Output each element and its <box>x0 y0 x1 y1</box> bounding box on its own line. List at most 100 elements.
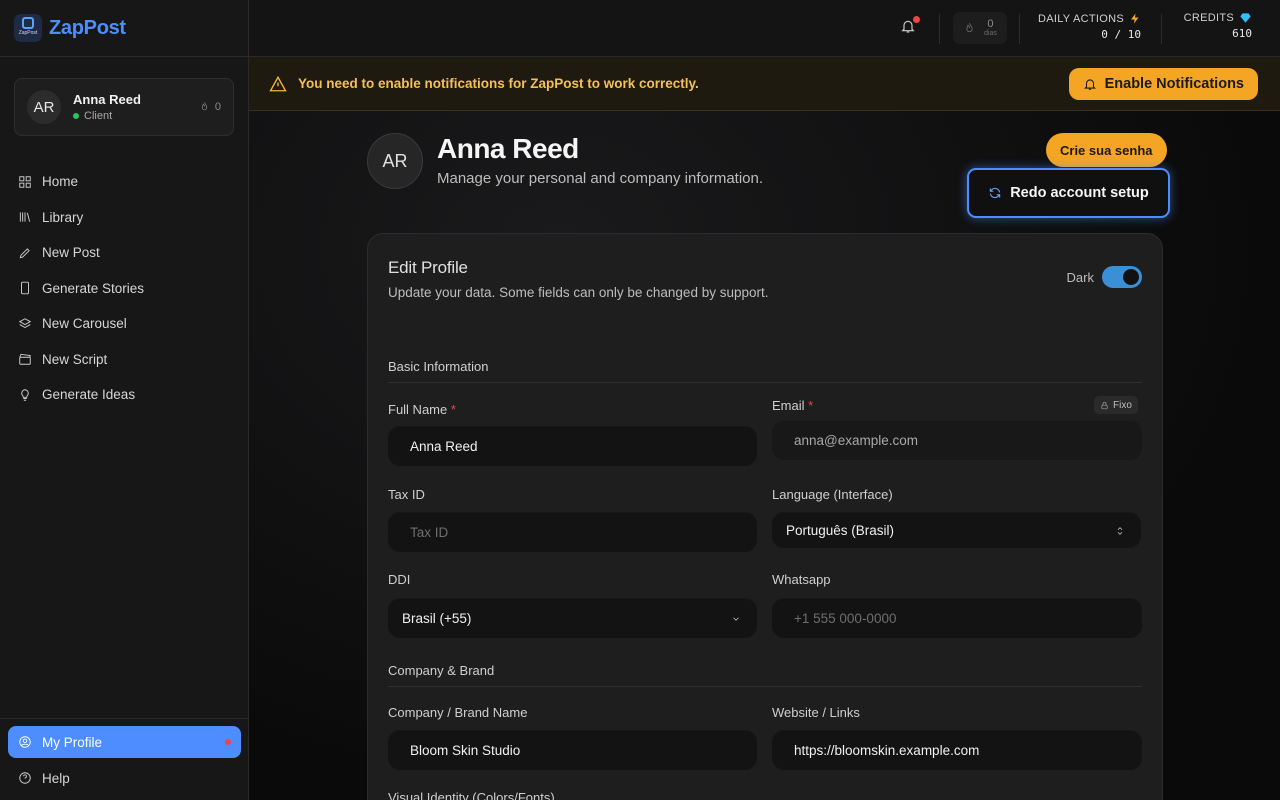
full-name-label-text: Full Name <box>388 402 448 417</box>
sidebar-item-new-post[interactable]: New Post <box>0 235 249 271</box>
enable-notifications-button[interactable]: Enable Notifications <box>1068 68 1258 100</box>
main-content: AR Anna Reed Manage your personal and co… <box>249 111 1280 800</box>
sidebar-item-help[interactable]: Help <box>0 760 249 796</box>
streak-counter[interactable]: 0 dias <box>953 12 1007 44</box>
daily-actions-title: DAILY ACTIONS <box>1037 12 1124 25</box>
tax-id-label: Tax ID <box>388 487 425 502</box>
page-title: Anna Reed <box>437 133 579 164</box>
grid-icon <box>19 176 31 188</box>
daily-actions-value: 0 / 10 <box>1101 28 1141 41</box>
sidebar-item-new-script[interactable]: New Script <box>0 342 249 378</box>
required-mark: * <box>808 398 814 413</box>
sidebar-item-home[interactable]: Home <box>0 164 249 200</box>
company-name-input[interactable]: Bloom Skin Studio <box>388 730 757 770</box>
user-name: Anna Reed <box>73 92 141 107</box>
sidebar-item-generate-ideas[interactable]: Generate Ideas <box>0 377 249 413</box>
website-label: Website / Links <box>772 705 860 720</box>
ddi-select[interactable]: Brasil (+55) <box>388 598 757 638</box>
sidebar-item-label: New Script <box>42 351 108 367</box>
sidebar-item-my-profile[interactable]: My Profile <box>8 726 241 758</box>
notification-dot <box>913 16 920 23</box>
user-info: Anna Reed Client <box>73 92 141 122</box>
zappost-logo-icon: ZapPost <box>14 14 42 42</box>
chevron-down-icon <box>731 612 741 622</box>
sidebar-item-label: New Carousel <box>42 316 127 332</box>
sidebar: ZapPost ZapPost AR Anna Reed Client 0 Ho… <box>0 0 249 800</box>
sidebar-item-library[interactable]: Library <box>0 200 249 236</box>
user-card[interactable]: AR Anna Reed Client 0 <box>14 78 234 136</box>
language-select[interactable]: Português (Brasil) <box>772 512 1141 548</box>
sidebar-item-label: My Profile <box>42 734 103 750</box>
user-role-label: Client <box>84 110 113 122</box>
locked-badge-text: Fixo <box>1113 399 1132 411</box>
divider <box>1161 14 1162 44</box>
online-status-dot <box>73 113 79 119</box>
flame-icon <box>201 102 208 111</box>
credits-label: CREDITS <box>1169 12 1252 24</box>
user-circle-icon <box>19 736 31 748</box>
full-name-label: Full Name * <box>388 402 456 417</box>
sidebar-item-label: Generate Stories <box>42 280 145 296</box>
brand-name: ZapPost <box>49 16 126 39</box>
streak-number: 0 <box>987 18 994 30</box>
sidebar-item-label: Help <box>42 770 70 786</box>
theme-toggle: Dark <box>1067 266 1142 288</box>
flame-icon <box>966 22 973 32</box>
topbar: 0 dias DAILY ACTIONS 0 / 10 CREDITS 610 <box>249 0 1280 57</box>
user-streak-count: 0 <box>214 101 221 113</box>
email-label: Email * <box>772 398 813 413</box>
language-label: Language (Interface) <box>772 487 893 502</box>
redo-account-setup-button[interactable]: Redo account setup <box>967 168 1170 218</box>
divider <box>939 14 940 44</box>
visual-identity-label: Visual Identity (Colors/Fonts) <box>388 790 555 800</box>
ddi-label: DDI <box>388 572 411 587</box>
user-streak: 0 <box>199 101 221 113</box>
diamond-icon <box>1240 13 1251 23</box>
updown-chevron-icon <box>1115 524 1125 535</box>
avatar: AR <box>27 90 61 124</box>
whatsapp-input[interactable]: +1 555 000-0000 <box>772 598 1142 638</box>
section-basic-information: Basic Information <box>388 359 1142 383</box>
theme-label: Dark <box>1066 269 1094 285</box>
notification-banner: You need to enable notifications for Zap… <box>249 57 1280 111</box>
bell-icon <box>1083 79 1096 90</box>
create-password-button[interactable]: Crie sua senha <box>1046 133 1167 167</box>
sidebar-item-new-carousel[interactable]: New Carousel <box>0 306 249 342</box>
website-input[interactable]: https://bloomskin.example.com <box>772 730 1142 770</box>
sidebar-bottom: My Profile Help <box>0 718 249 796</box>
page-subtitle: Manage your personal and company informa… <box>437 170 764 187</box>
full-name-input[interactable]: Anna Reed <box>388 426 757 466</box>
edit-profile-card: Edit Profile Update your data. Some fiel… <box>367 233 1163 800</box>
daily-actions-label: DAILY ACTIONS <box>1031 12 1141 25</box>
redo-account-setup-label: Redo account setup <box>1010 185 1149 201</box>
locked-badge: Fixo <box>1094 396 1138 414</box>
banner-text: You need to enable notifications for Zap… <box>298 76 699 91</box>
notification-dot <box>225 739 231 745</box>
toggle-knob <box>1123 269 1139 285</box>
lock-icon <box>1101 401 1108 409</box>
streak-unit: dias <box>984 30 997 37</box>
company-name-label: Company / Brand Name <box>388 705 528 720</box>
help-icon <box>19 772 31 784</box>
streak-value: 0 dias <box>984 18 997 38</box>
section-company-brand: Company & Brand <box>388 663 1142 687</box>
layers-icon <box>18 317 32 328</box>
dark-mode-toggle[interactable] <box>1102 266 1142 288</box>
tax-id-input[interactable]: Tax ID <box>388 512 757 552</box>
pen-icon <box>19 248 30 259</box>
ddi-select-value: Brasil (+55) <box>402 610 472 626</box>
daily-actions: DAILY ACTIONS 0 / 10 <box>1031 12 1141 42</box>
profile-avatar: AR <box>367 133 423 189</box>
sidebar-item-label: Generate Ideas <box>42 387 136 403</box>
notifications-button[interactable] <box>900 16 920 36</box>
bulb-icon <box>21 389 29 401</box>
enable-notifications-label: Enable Notifications <box>1104 76 1244 92</box>
sidebar-nav: Home Library New Post Generate Stories N… <box>0 164 249 413</box>
brand[interactable]: ZapPost ZapPost <box>0 0 248 57</box>
card-subtitle: Update your data. Some fields can only b… <box>388 285 769 300</box>
credits-title: CREDITS <box>1183 12 1234 24</box>
sidebar-item-label: Library <box>42 209 84 225</box>
credits-value: 610 <box>1232 27 1252 40</box>
sidebar-item-generate-stories[interactable]: Generate Stories <box>0 271 249 307</box>
email-label-text: Email <box>772 398 805 413</box>
